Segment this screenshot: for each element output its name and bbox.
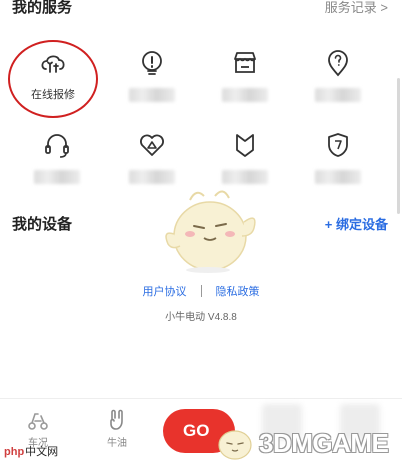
badge-icon (236, 134, 254, 157)
mascot-watermark-icon (218, 430, 252, 460)
service-item-8[interactable] (298, 130, 378, 184)
tab-oil[interactable]: 牛油 (87, 408, 147, 449)
service-item-label-blurred (315, 88, 361, 102)
service-item-label-blurred (315, 170, 361, 184)
service-item-4[interactable] (298, 48, 378, 102)
service-item-5[interactable] (17, 130, 97, 184)
service-item-6[interactable] (112, 130, 192, 184)
scroll-indicator[interactable] (397, 78, 400, 214)
service-item-label-blurred (34, 170, 80, 184)
service-item-label-blurred (129, 170, 175, 184)
location-question-icon (328, 50, 348, 77)
policy-links: 用户协议 隐私政策 (0, 283, 402, 299)
3dmgame-watermark-text: 3DMGAME (259, 427, 389, 458)
shield-icon (328, 133, 348, 157)
headset-icon (45, 134, 69, 158)
app-version: 小牛电动 V4.8.8 (165, 312, 237, 323)
scooter-icon (28, 413, 48, 430)
services-header: 我的服务 服务记录 > (12, 0, 388, 18)
service-item-2[interactable] (112, 48, 192, 102)
devices-title: 我的设备 (12, 215, 73, 233)
highlight-circle (8, 40, 98, 118)
heart-triangle-icon (140, 134, 164, 156)
service-item-label-blurred (222, 88, 268, 102)
php-watermark-prefix: php (4, 446, 25, 458)
store-icon (234, 52, 256, 73)
3dmgame-watermark: 3DMGAME (215, 425, 389, 461)
bind-device-link[interactable]: + 绑定设备 (325, 214, 388, 233)
service-records-link[interactable]: 服务记录 > (325, 0, 388, 16)
php-watermark-site: 中文网 (25, 446, 59, 458)
service-item-7[interactable] (205, 130, 285, 184)
policy-divider (200, 285, 202, 297)
service-item-3[interactable] (205, 48, 285, 102)
privacy-policy-link[interactable]: 隐私政策 (216, 283, 260, 299)
service-item-label-blurred (129, 88, 175, 102)
tab-oil-label: 牛油 (107, 438, 127, 449)
mascot-illustration (165, 190, 256, 273)
service-item-label-blurred (222, 170, 268, 184)
lightbulb-icon (142, 51, 162, 75)
hand-gesture-icon (110, 409, 123, 430)
services-title: 我的服务 (12, 0, 73, 16)
user-agreement-link[interactable]: 用户协议 (143, 283, 187, 299)
php-watermark: php 中文网 (4, 443, 58, 459)
